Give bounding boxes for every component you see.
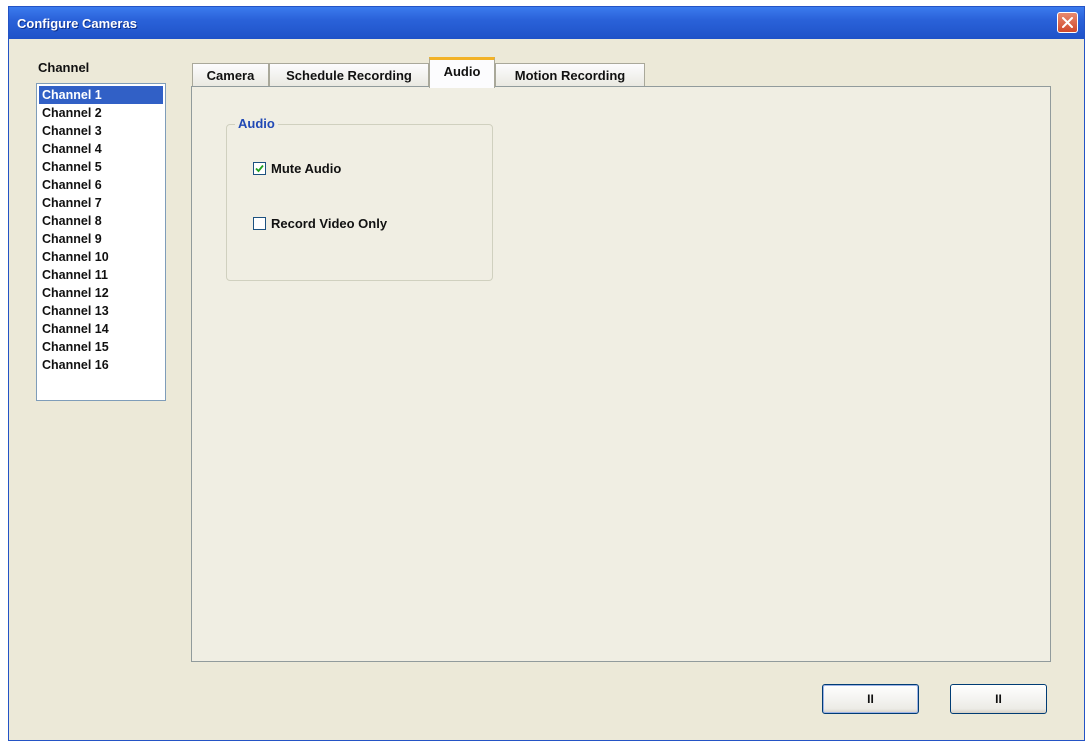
channel-list-item[interactable]: Channel 3 (39, 122, 163, 140)
checkmark-icon (255, 164, 264, 172)
mute-audio-row[interactable]: Mute Audio (253, 159, 341, 177)
tab-schedule-recording[interactable]: Schedule Recording (269, 63, 429, 87)
channel-label: Channel (38, 60, 90, 75)
channel-list-item[interactable]: Channel 7 (39, 194, 163, 212)
mute-audio-checkbox[interactable] (253, 161, 266, 175)
channel-list-item[interactable]: Channel 14 (39, 320, 163, 338)
channel-list-item[interactable]: Channel 13 (39, 302, 163, 320)
configure-cameras-window: Configure Cameras Channel Channel 1 Chann… (8, 6, 1085, 741)
title-bar[interactable]: Configure Cameras (9, 7, 1084, 39)
channel-list-item[interactable]: Channel 5 (39, 158, 163, 176)
audio-group-title: Audio (235, 116, 278, 131)
record-video-only-checkbox[interactable] (253, 216, 266, 230)
channel-list-item[interactable]: Channel 2 (39, 104, 163, 122)
channel-list-item[interactable]: Channel 10 (39, 248, 163, 266)
channel-list-item[interactable]: Channel 16 (39, 356, 163, 374)
tab-audio[interactable]: Audio (429, 57, 495, 88)
window-title: Configure Cameras (17, 16, 137, 31)
channel-list-item[interactable]: Channel 15 (39, 338, 163, 356)
mute-audio-label: Mute Audio (271, 160, 342, 176)
channel-list[interactable]: Channel 1 Channel 2 Channel 3 Channel 4 Chan… (36, 83, 166, 401)
audio-tab-panel: Audio Mute Audio Record Video Only (191, 86, 1051, 662)
record-video-only-label: Record Video Only (271, 215, 388, 231)
channel-list-item[interactable]: Channel 11 (39, 266, 163, 284)
close-button[interactable] (1057, 12, 1078, 33)
channel-list-item[interactable]: Channel 4 (39, 140, 163, 158)
channel-list-item[interactable]: Channel 1 (39, 86, 163, 104)
ok-button[interactable]: II (822, 684, 919, 714)
channel-list-item[interactable]: Channel 6 (39, 176, 163, 194)
record-video-only-row[interactable]: Record Video Only (253, 214, 387, 232)
audio-groupbox: Audio Mute Audio Record Video Only (226, 116, 493, 281)
tab-motion-recording[interactable]: Motion Recording (495, 63, 645, 87)
channel-list-item[interactable]: Channel 9 (39, 230, 163, 248)
tab-camera[interactable]: Camera (192, 63, 269, 87)
close-icon (1062, 17, 1073, 28)
cancel-button[interactable]: II (950, 684, 1047, 714)
channel-list-item[interactable]: Channel 12 (39, 284, 163, 302)
channel-list-item[interactable]: Channel 8 (39, 212, 163, 230)
